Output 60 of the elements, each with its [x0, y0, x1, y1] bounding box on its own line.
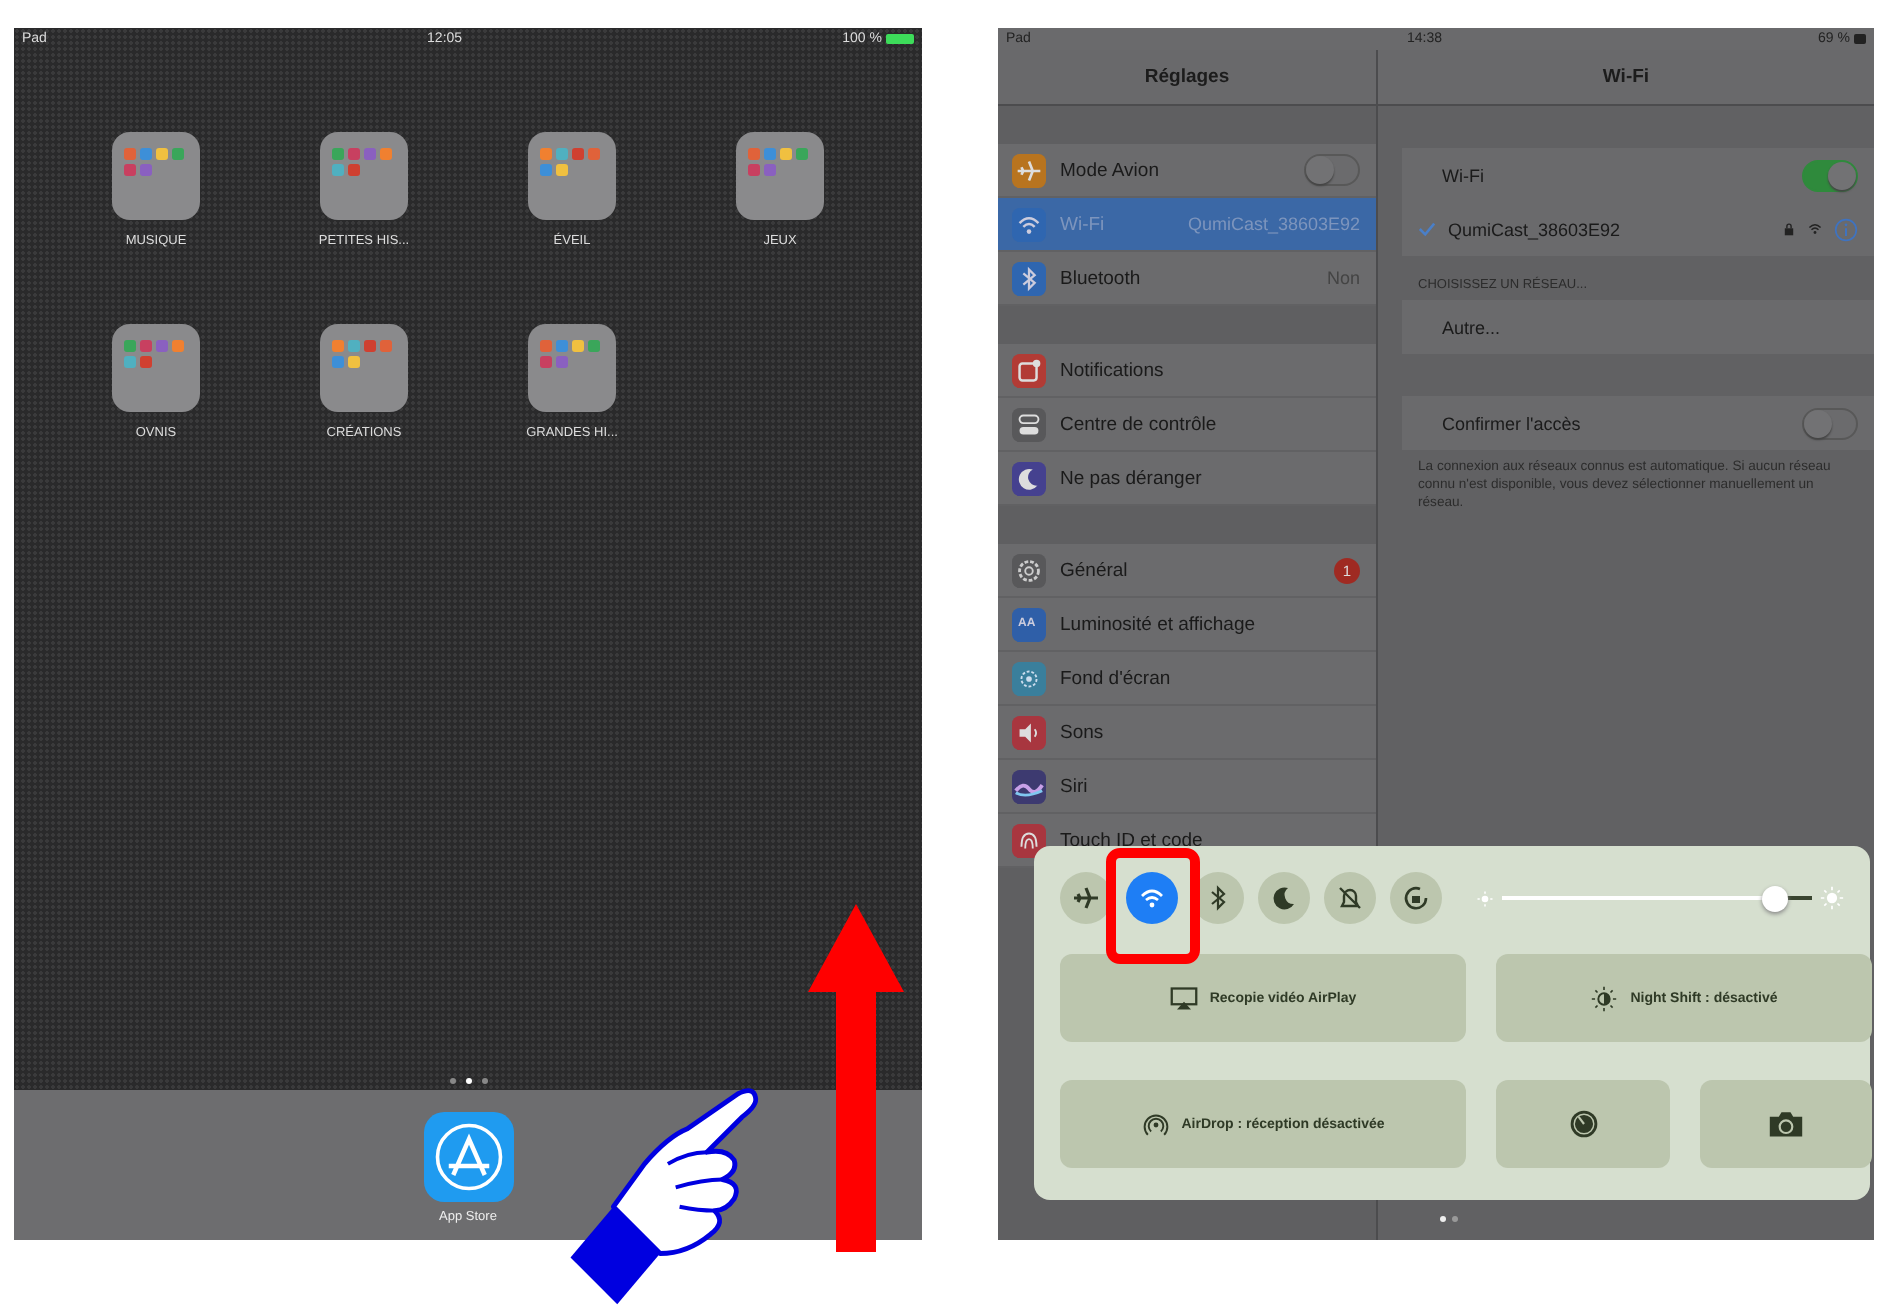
settings-item-label: Siri — [1060, 775, 1090, 797]
highlight-frame — [1106, 848, 1200, 964]
folder-icon[interactable] — [112, 324, 200, 412]
bright-sun-icon — [1820, 886, 1844, 910]
app-store-icon[interactable] — [423, 1112, 513, 1202]
settings-item[interactable]: Ne pas déranger — [998, 452, 1376, 506]
airdrop-icon — [1141, 1111, 1170, 1137]
night-shift-icon — [1590, 985, 1619, 1011]
network-name[interactable]: QumiCast_38603E92 — [1448, 219, 1770, 239]
settings-item-label: Fond d'écran — [1060, 667, 1173, 689]
settings-item-label: Ne pas déranger — [1060, 467, 1204, 489]
settings-item-label: Touch ID et code — [1060, 829, 1205, 851]
toggle-switch[interactable] — [1802, 407, 1858, 439]
sidebar-title: Réglages — [1144, 66, 1230, 88]
toggle-switch[interactable] — [1304, 154, 1360, 186]
page-dot[interactable] — [481, 1078, 487, 1084]
settings-item[interactable]: Siri — [998, 760, 1376, 814]
wifi-label: Wi-Fi — [1440, 165, 1486, 185]
timer-button[interactable] — [1496, 1080, 1670, 1168]
detail-title: Wi-Fi — [1602, 66, 1650, 88]
settings-item[interactable]: Fond d'écran — [998, 652, 1376, 706]
battery-icon — [885, 34, 914, 44]
page-dot[interactable] — [1452, 1216, 1458, 1222]
settings-item-label: Wi-Fi — [1060, 213, 1107, 235]
settings-item-label: Notifications — [1060, 359, 1166, 381]
page-dot[interactable] — [1440, 1216, 1446, 1222]
settings-item-label: Luminosité et affichage — [1060, 613, 1258, 635]
folder-icon[interactable] — [320, 132, 408, 220]
settings-item-label: Sons — [1060, 721, 1106, 743]
battery-icon — [1854, 34, 1866, 44]
page-dot[interactable] — [449, 1078, 455, 1084]
ask-to-join-label: Confirmer l'accès — [1440, 413, 1583, 433]
airplane-toggle-icon[interactable] — [1060, 872, 1112, 924]
moon-toggle-icon[interactable] — [1258, 872, 1310, 924]
settings-item[interactable]: Wi-Fi QumiCast_38603E92 — [998, 198, 1376, 252]
airplay-icon — [1169, 985, 1198, 1011]
folder-icon[interactable] — [320, 324, 408, 412]
folder-icon[interactable] — [528, 132, 616, 220]
settings-item-value: QumiCast_38603E92 — [1187, 214, 1360, 234]
lock-icon — [1782, 222, 1796, 236]
wifi-toggle-icon[interactable] — [1126, 872, 1178, 924]
rotation-lock-toggle-icon[interactable] — [1390, 872, 1442, 924]
settings-item-label: Bluetooth — [1060, 267, 1143, 289]
settings-item[interactable]: Sons — [998, 706, 1376, 760]
camera-button[interactable] — [1700, 1080, 1872, 1168]
settings-item-label: Centre de contrôle — [1060, 413, 1219, 435]
settings-item[interactable]: Notifications — [998, 344, 1376, 398]
timer-icon — [1565, 1108, 1601, 1140]
folder-icon[interactable] — [528, 324, 616, 412]
page-dot[interactable] — [465, 1078, 471, 1084]
toggle-switch[interactable] — [1802, 159, 1858, 191]
dim-sun-icon — [1476, 889, 1494, 907]
settings-item-label: Général — [1060, 559, 1130, 581]
settings-item[interactable]: Centre de contrôle — [998, 398, 1376, 452]
wifi-signal-icon — [1808, 222, 1822, 236]
folder-icon[interactable] — [736, 132, 824, 220]
folder-icon[interactable] — [112, 132, 200, 220]
camera-icon — [1768, 1108, 1804, 1140]
settings-item-label: Mode Avion — [1060, 159, 1161, 181]
bell-toggle-icon[interactable] — [1324, 872, 1376, 924]
